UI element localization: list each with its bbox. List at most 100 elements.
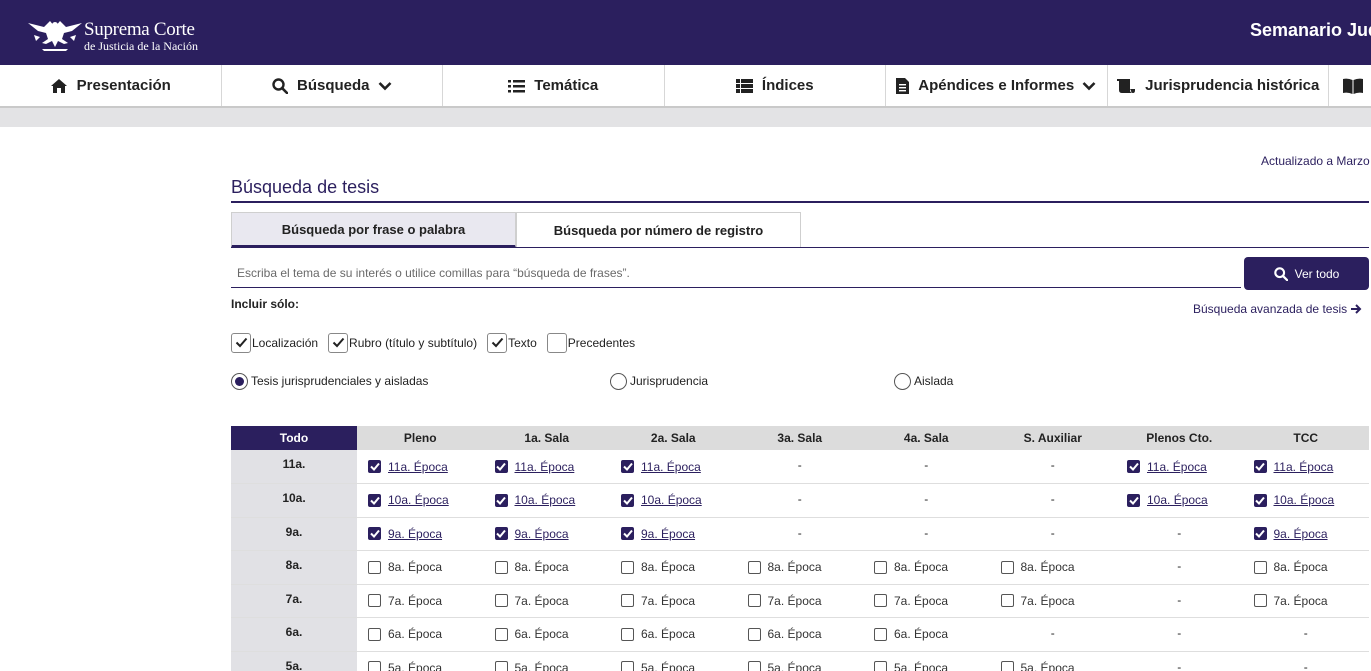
epoca-option[interactable]: 9a. Época — [621, 527, 737, 541]
checkbox-checked[interactable] — [1253, 460, 1267, 473]
epoca-option[interactable]: 8a. Época — [1253, 560, 1370, 574]
epoca-link[interactable]: 10a. Época — [1274, 493, 1335, 507]
ver-todo-button[interactable]: Ver todo — [1244, 257, 1369, 290]
epoca-link[interactable]: 10a. Época — [388, 493, 449, 507]
checkbox-unchecked[interactable] — [494, 560, 508, 574]
checkbox-unchecked[interactable] — [494, 627, 508, 641]
checkbox-checked[interactable] — [328, 332, 349, 353]
epoca-option[interactable]: 8a. Época — [1000, 560, 1117, 574]
checkbox-unchecked[interactable] — [1000, 560, 1014, 574]
checkbox-unchecked[interactable] — [747, 594, 761, 608]
radio-tesis-jurisprudenciales-aisladas[interactable]: Tesis jurisprudenciales y aisladas — [231, 372, 428, 390]
epoca-option[interactable]: 7a. Época — [1000, 594, 1117, 608]
epoca-option[interactable]: 10a. Época — [1127, 493, 1243, 507]
checkbox-unchecked[interactable] — [621, 661, 634, 671]
epoca-link[interactable]: 11a. Época — [515, 460, 575, 474]
checkbox-checked[interactable] — [1253, 527, 1267, 541]
checkbox-unchecked[interactable] — [546, 332, 567, 353]
epoca-link[interactable]: 11a. Época — [1274, 460, 1334, 474]
epoca-link[interactable]: 11a. Época — [1147, 460, 1207, 474]
logo-text[interactable]: Suprema Corte de Justicia de la Nación — [84, 20, 198, 53]
nav-item-book[interactable] — [1329, 65, 1371, 106]
epoca-option[interactable]: 10a. Época — [1253, 493, 1370, 507]
checkbox-unchecked[interactable] — [368, 594, 381, 608]
epoca-option[interactable]: 5a. Época — [621, 661, 737, 671]
epoca-link[interactable]: 11a. Época — [641, 460, 701, 474]
nav-item-apendices[interactable]: Apéndices e Informes — [886, 65, 1108, 106]
epoca-option[interactable]: 7a. Época — [621, 594, 737, 608]
epoca-row-header[interactable]: 11a. — [231, 450, 357, 484]
checkbox-checked[interactable] — [1127, 493, 1140, 507]
nav-item-tematica[interactable]: Temática — [443, 65, 665, 106]
epoca-option[interactable]: 10a. Época — [368, 493, 484, 507]
checkbox-unchecked[interactable] — [368, 627, 381, 641]
epoca-option[interactable]: 8a. Época — [874, 560, 990, 574]
epoca-option[interactable]: 5a. Época — [874, 661, 990, 671]
epoca-option[interactable]: 7a. Época — [368, 594, 484, 608]
checkbox-unchecked[interactable] — [747, 661, 761, 671]
epoca-row-header[interactable]: 5a. — [231, 651, 357, 671]
epoca-option[interactable]: 5a. Época — [368, 661, 484, 671]
include-option-2[interactable]: Texto — [487, 332, 537, 353]
epoca-option[interactable]: 10a. Época — [494, 493, 611, 507]
checkbox-checked[interactable] — [368, 527, 381, 541]
todo-header[interactable]: Todo — [231, 426, 357, 450]
epoca-option[interactable]: 7a. Época — [747, 594, 864, 608]
epoca-option[interactable]: 9a. Época — [368, 527, 484, 541]
checkbox-unchecked[interactable] — [874, 560, 887, 574]
epoca-option[interactable]: 6a. Época — [874, 627, 990, 641]
epoca-link[interactable]: 9a. Época — [641, 527, 695, 541]
checkbox-unchecked[interactable] — [494, 661, 508, 671]
epoca-option[interactable]: 6a. Época — [494, 627, 611, 641]
checkbox-checked[interactable] — [494, 493, 508, 507]
epoca-option[interactable]: 8a. Época — [621, 560, 737, 574]
checkbox-checked[interactable] — [621, 493, 634, 507]
epoca-option[interactable]: 7a. Época — [494, 594, 611, 608]
epoca-option[interactable]: 9a. Época — [1253, 527, 1370, 541]
epoca-option[interactable]: 11a. Época — [1253, 460, 1370, 474]
epoca-link[interactable]: 9a. Época — [1274, 527, 1328, 541]
epoca-option[interactable]: 5a. Época — [1000, 661, 1117, 671]
epoca-option[interactable]: 6a. Época — [621, 627, 737, 641]
tab-busqueda-frase[interactable]: Búsqueda por frase o palabra — [231, 212, 516, 248]
include-option-3[interactable]: Precedentes — [546, 332, 635, 353]
epoca-option[interactable]: 11a. Época — [621, 460, 737, 474]
epoca-option[interactable]: 6a. Época — [747, 627, 864, 641]
include-option-1[interactable]: Rubro (título y subtítulo) — [328, 332, 477, 353]
checkbox-unchecked[interactable] — [1253, 560, 1267, 574]
checkbox-checked[interactable] — [231, 332, 251, 353]
epoca-option[interactable]: 7a. Época — [1253, 594, 1370, 608]
nav-item-presentacion[interactable]: Presentación — [0, 65, 222, 106]
epoca-link[interactable]: 11a. Época — [388, 460, 448, 474]
nav-item-indices[interactable]: Índices — [665, 65, 886, 106]
checkbox-checked[interactable] — [368, 493, 381, 507]
checkbox-unchecked[interactable] — [874, 594, 887, 608]
checkbox-checked[interactable] — [494, 460, 508, 473]
epoca-option[interactable]: 8a. Época — [494, 560, 611, 574]
epoca-row-header[interactable]: 7a. — [231, 584, 357, 618]
checkbox-checked[interactable] — [487, 332, 508, 353]
epoca-option[interactable]: 5a. Época — [494, 661, 611, 671]
checkbox-unchecked[interactable] — [747, 560, 761, 574]
checkbox-unchecked[interactable] — [1000, 661, 1014, 671]
nav-item-jurisprudencia-historica[interactable]: Jurisprudencia histórica — [1108, 65, 1329, 106]
epoca-option[interactable]: 9a. Época — [494, 527, 611, 541]
epoca-option[interactable]: 5a. Época — [747, 661, 864, 671]
site-title[interactable]: Semanario Jud — [1250, 20, 1371, 41]
radio-button[interactable] — [231, 372, 248, 390]
epoca-link[interactable]: 9a. Época — [515, 527, 569, 541]
epoca-link[interactable]: 10a. Época — [515, 493, 576, 507]
nav-item-busqueda[interactable]: Búsqueda — [222, 65, 443, 106]
checkbox-checked[interactable] — [1127, 460, 1140, 473]
radio-jurisprudencia[interactable]: Jurisprudencia — [610, 372, 708, 390]
checkbox-unchecked[interactable] — [621, 594, 634, 608]
epoca-option[interactable]: 8a. Época — [368, 560, 484, 574]
radio-button[interactable] — [610, 372, 627, 390]
epoca-row-header[interactable]: 10a. — [231, 483, 357, 518]
checkbox-unchecked[interactable] — [874, 627, 887, 641]
epoca-option[interactable]: 6a. Época — [368, 627, 484, 641]
include-option-0[interactable]: Localización — [231, 332, 318, 353]
checkbox-checked[interactable] — [1253, 493, 1267, 507]
search-input[interactable] — [231, 258, 1241, 288]
checkbox-unchecked[interactable] — [1000, 594, 1014, 608]
